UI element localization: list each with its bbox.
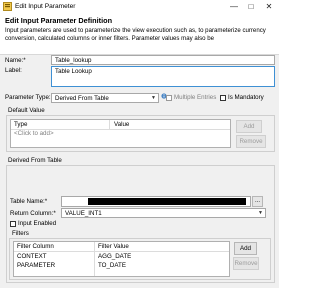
chevron-down-icon: ▼ (258, 210, 263, 216)
table-name-label: Table Name:* (10, 198, 48, 205)
is-mandatory-label: Is Mandatory (228, 94, 264, 101)
column-header-filter-value: Filter Value (98, 243, 129, 250)
table-name-field[interactable] (61, 196, 251, 207)
default-add-button[interactable]: Add (236, 120, 262, 133)
minimize-icon[interactable]: — (226, 0, 242, 13)
parameter-type-label: Parameter Type: (5, 94, 51, 101)
column-divider (94, 242, 95, 276)
return-column-label: Return Column:* (10, 210, 56, 217)
dialog-header: Edit Input Parameter Definition Input pa… (0, 13, 279, 55)
default-value-group-label: Default Value (8, 107, 45, 114)
filter-row-column[interactable]: CONTEXT (17, 253, 47, 261)
default-value-table[interactable]: Type Value <Click to add> (10, 119, 231, 148)
label-field[interactable]: Table Lookup (51, 66, 275, 87)
input-enabled-label: Input Enabled (18, 220, 57, 227)
filters-remove-button[interactable]: Remove (233, 257, 259, 270)
label-label: Label: (5, 67, 22, 74)
dialog-title: Edit Input Parameter Definition (5, 16, 113, 25)
dialog-description: Input parameters are used to parameteriz… (5, 27, 266, 43)
column-header-type: Type (14, 121, 28, 128)
window-title: Edit Input Parameter (15, 3, 76, 10)
return-column-value: VALUE_INT1 (65, 210, 102, 217)
filter-row-column[interactable]: PARAMETER (17, 262, 55, 270)
window-titlebar: Edit Input Parameter — □ ✕ (0, 0, 279, 14)
app-icon (3, 2, 12, 11)
close-icon[interactable]: ✕ (261, 0, 277, 13)
redacted-value (88, 198, 246, 205)
default-value-table-header: Type Value (11, 120, 230, 130)
default-remove-button[interactable]: Remove (236, 135, 266, 148)
return-column-select[interactable]: VALUE_INT1 ▼ (61, 208, 266, 218)
column-header-filter-column: Filter Column (17, 243, 54, 250)
input-enabled-checkbox[interactable] (10, 221, 16, 227)
is-mandatory-checkbox[interactable] (220, 95, 226, 101)
name-label: Name:* (5, 57, 26, 64)
maximize-icon[interactable]: □ (243, 0, 259, 13)
column-divider (109, 120, 110, 129)
filter-row-value[interactable]: AGG_DATE (98, 253, 131, 261)
click-to-add-row[interactable]: <Click to add> (14, 130, 54, 138)
column-header-value: Value (114, 121, 130, 128)
filters-add-button[interactable]: Add (234, 242, 257, 255)
multiple-entries-label: Multiple Entries (174, 94, 217, 101)
browse-button[interactable]: ... (252, 196, 263, 207)
multiple-entries-checkbox[interactable] (166, 95, 172, 101)
filters-table-header: Filter Column Filter Value (14, 242, 229, 252)
filters-group-label: Filters (12, 230, 29, 237)
name-field[interactable]: Table_lookup (51, 55, 275, 65)
chevron-down-icon: ▼ (151, 95, 156, 101)
derived-group-label: Derived From Table (8, 157, 62, 164)
filter-row-value[interactable]: TO_DATE (98, 262, 126, 270)
parameter-type-select[interactable]: Derived From Table ▼ (51, 93, 159, 103)
filters-table[interactable]: Filter Column Filter Value CONTEXT AGG_D… (13, 241, 230, 277)
parameter-type-value: Derived From Table (55, 95, 109, 102)
